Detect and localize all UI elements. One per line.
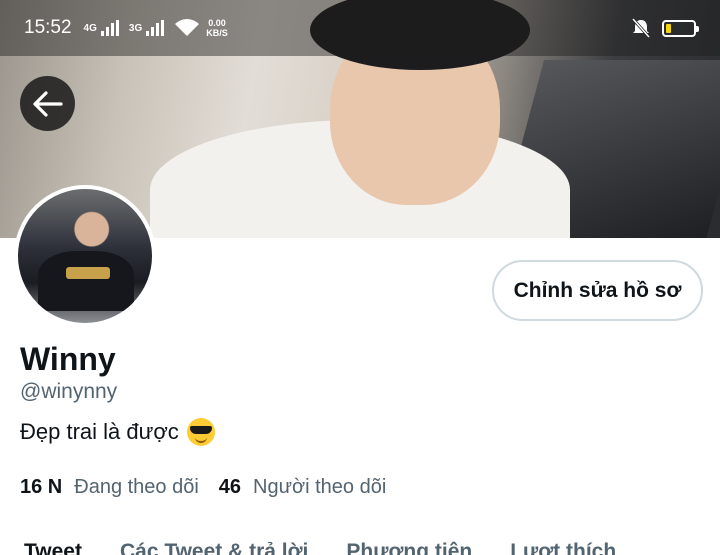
following-label: Đang theo dõi <box>74 476 199 498</box>
following-link[interactable]: 16 N Đang theo dõi <box>20 476 199 499</box>
status-bar: 15:52 4G 3G 0.00 KB/S <box>0 0 720 56</box>
battery-icon <box>662 19 699 37</box>
silent-mode-icon <box>632 18 650 38</box>
followers-count: 46 <box>218 476 242 498</box>
network-speed: 0.00 KB/S <box>206 18 228 38</box>
network-speed-value: 0.00 <box>208 18 226 28</box>
bio: Đẹp trai là được <box>20 418 215 446</box>
tab-media[interactable]: Phương tiện <box>346 540 472 555</box>
followers-label: Người theo dõi <box>253 476 387 498</box>
signal-strength-icon-2 <box>146 20 165 36</box>
wifi-icon <box>175 19 200 36</box>
profile-tabs: Tweet Các Tweet & trả lời Phương tiện Lư… <box>0 540 720 555</box>
tab-tweets-replies[interactable]: Các Tweet & trả lời <box>120 540 308 555</box>
follow-stats: 16 N Đang theo dõi 46 Người theo dõi <box>20 476 386 499</box>
following-count: 16 N <box>20 476 63 498</box>
tab-tweets[interactable]: Tweet <box>24 540 82 555</box>
avatar[interactable] <box>14 185 156 327</box>
signal-strength-icon <box>100 20 119 36</box>
network-type-label: 4G <box>83 22 97 34</box>
network-type-label-2: 3G <box>128 22 143 34</box>
status-time: 15:52 <box>24 17 72 38</box>
display-name: Winny <box>20 341 116 377</box>
smiling-face-with-sunglasses-icon <box>186 418 215 446</box>
tab-likes[interactable]: Lượt thích <box>510 540 616 555</box>
followers-link[interactable]: 46 Người theo dõi <box>219 476 387 499</box>
arrow-left-icon <box>32 90 63 117</box>
bio-text: Đẹp trai là được <box>20 419 179 444</box>
edit-profile-button[interactable]: Chỉnh sửa hồ sơ <box>492 260 703 321</box>
back-button[interactable] <box>20 76 75 131</box>
network-speed-unit: KB/S <box>206 28 228 38</box>
user-handle: @winynny <box>20 380 118 403</box>
